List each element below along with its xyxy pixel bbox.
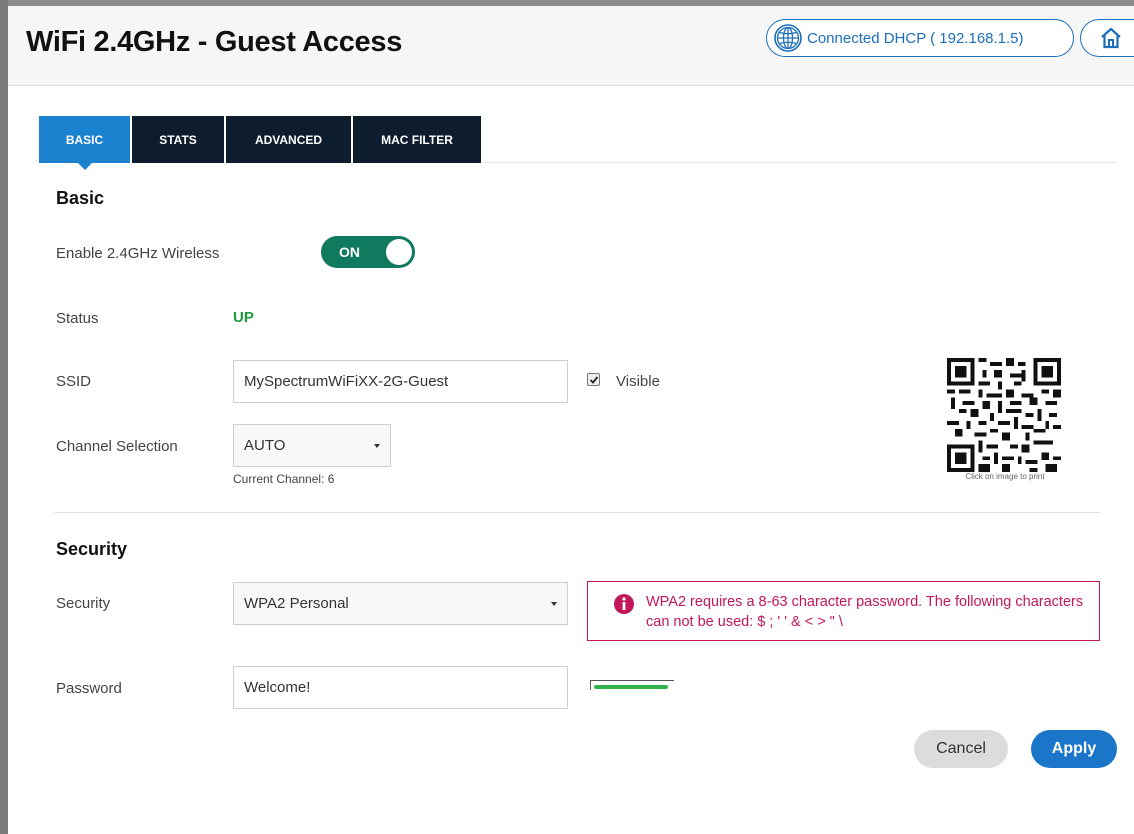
chevron-down-icon xyxy=(374,443,380,448)
status-value: UP xyxy=(233,309,254,326)
password-label: Password xyxy=(56,680,122,697)
window-left-border xyxy=(0,0,8,834)
visible-checkbox[interactable] xyxy=(587,373,600,386)
ssid-input[interactable]: MySpectrumWiFiXX-2G-Guest xyxy=(233,360,568,403)
section-divider xyxy=(55,512,1100,513)
status-label: Status xyxy=(56,310,99,327)
ssid-label: SSID xyxy=(56,373,92,390)
tab-basic[interactable]: BASIC xyxy=(39,116,130,170)
password-error-message: WPA2 requires a 8-63 character password.… xyxy=(587,581,1100,641)
checkmark-icon xyxy=(589,376,599,384)
enable-wireless-toggle[interactable]: ON xyxy=(321,236,415,268)
error-text: WPA2 requires a 8-63 character password.… xyxy=(646,594,1084,630)
connection-status-button[interactable]: Connected DHCP ( 192.168.1.5) xyxy=(766,19,1074,57)
globe-icon xyxy=(774,24,802,52)
home-button[interactable] xyxy=(1080,19,1134,57)
error-icon xyxy=(614,594,634,614)
tab-advanced[interactable]: ADVANCED xyxy=(226,116,351,163)
toggle-knob xyxy=(386,239,412,265)
security-section-title: Security xyxy=(56,539,128,559)
channel-select[interactable]: AUTO xyxy=(233,424,391,467)
channel-select-value: AUTO xyxy=(244,437,286,454)
apply-button[interactable]: Apply xyxy=(1031,730,1117,768)
password-strength-fill xyxy=(594,685,668,689)
password-strength-meter xyxy=(590,680,674,690)
qr-caption: Click on image to print xyxy=(965,472,1045,481)
page-header: WiFi 2.4GHz - Guest Access Connected DHC… xyxy=(8,6,1134,86)
basic-section-title: Basic xyxy=(56,188,105,208)
cancel-button[interactable]: Cancel xyxy=(914,730,1008,768)
tab-bar: BASIC STATS ADVANCED MAC FILTER xyxy=(39,116,483,170)
security-label: Security xyxy=(56,595,111,612)
tab-mac-filter[interactable]: MAC FILTER xyxy=(353,116,481,163)
connection-status-label: Connected DHCP ( 192.168.1.5) xyxy=(807,29,1024,47)
enable-wireless-label: Enable 2.4GHz Wireless xyxy=(56,245,220,262)
wifi-qr-code[interactable] xyxy=(946,358,1062,472)
security-select[interactable]: WPA2 Personal xyxy=(233,582,568,625)
password-input[interactable]: Welcome! xyxy=(233,666,568,709)
current-channel-note: Current Channel: 6 xyxy=(233,472,335,486)
visible-label: Visible xyxy=(616,373,660,390)
tab-bar-rule xyxy=(483,162,1117,163)
channel-selection-label: Channel Selection xyxy=(56,438,178,455)
chevron-down-icon xyxy=(551,601,557,606)
tab-stats[interactable]: STATS xyxy=(132,116,224,163)
toggle-state-label: ON xyxy=(339,244,360,260)
page-title: WiFi 2.4GHz - Guest Access xyxy=(26,26,403,58)
home-icon xyxy=(1101,27,1121,49)
security-select-value: WPA2 Personal xyxy=(244,595,349,612)
